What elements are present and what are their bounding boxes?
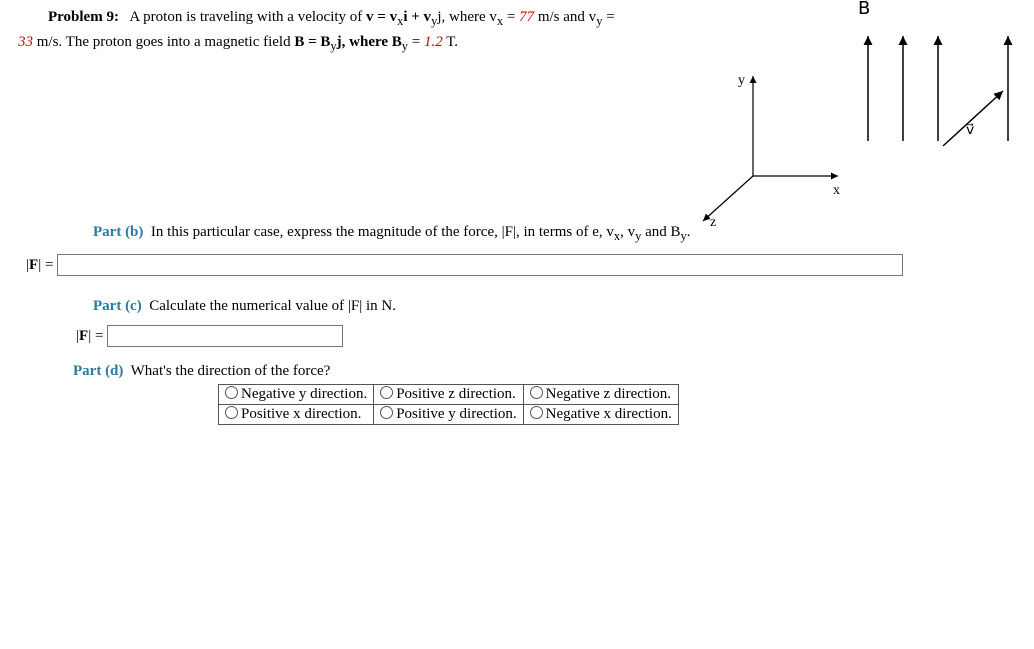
option-pos-z[interactable]: Positive z direction. [374, 385, 523, 405]
vy-value: 33 [18, 34, 33, 50]
part-d-label: Part (d) [73, 363, 123, 379]
by-value: 1.2 [424, 34, 443, 50]
part-b: Part (b) In this particular case, expres… [93, 224, 1016, 244]
axis-y-label: y [738, 73, 745, 88]
option-neg-x[interactable]: Negative x direction. [523, 405, 678, 425]
option-neg-y[interactable]: Negative y direction. [219, 385, 374, 405]
radio-icon [530, 386, 543, 399]
field-diagram: B⃗ v⃗ [848, 0, 1028, 166]
vx-value: 77 [519, 9, 534, 25]
part-b-input[interactable] [57, 254, 903, 276]
part-c-lhs: |F| = [76, 328, 103, 345]
axes-diagram: y x z [668, 66, 848, 236]
radio-icon [225, 386, 238, 399]
axis-x-label: x [833, 183, 840, 198]
option-neg-z[interactable]: Negative z direction. [523, 385, 678, 405]
part-d: Part (d) What's the direction of the for… [73, 363, 1016, 380]
part-b-lhs: |F| = [26, 257, 53, 274]
part-c: Part (c) Calculate the numerical value o… [93, 298, 1016, 315]
problem-number: Problem 9: [48, 9, 119, 25]
problem-statement: Problem 9: A proton is traveling with a … [48, 6, 658, 56]
part-b-label: Part (b) [93, 224, 143, 240]
radio-icon [530, 406, 543, 419]
radio-icon [380, 406, 393, 419]
b-vector-label: B⃗ [858, 0, 870, 18]
radio-icon [225, 406, 238, 419]
part-d-options: Negative y direction. Positive z directi… [218, 384, 679, 425]
v-vector-label: v⃗ [966, 123, 974, 138]
part-c-input[interactable] [107, 325, 343, 347]
option-pos-x[interactable]: Positive x direction. [219, 405, 374, 425]
part-c-label: Part (c) [93, 298, 142, 314]
option-pos-y[interactable]: Positive y direction. [374, 405, 523, 425]
axis-z-label: z [710, 215, 716, 230]
radio-icon [380, 386, 393, 399]
